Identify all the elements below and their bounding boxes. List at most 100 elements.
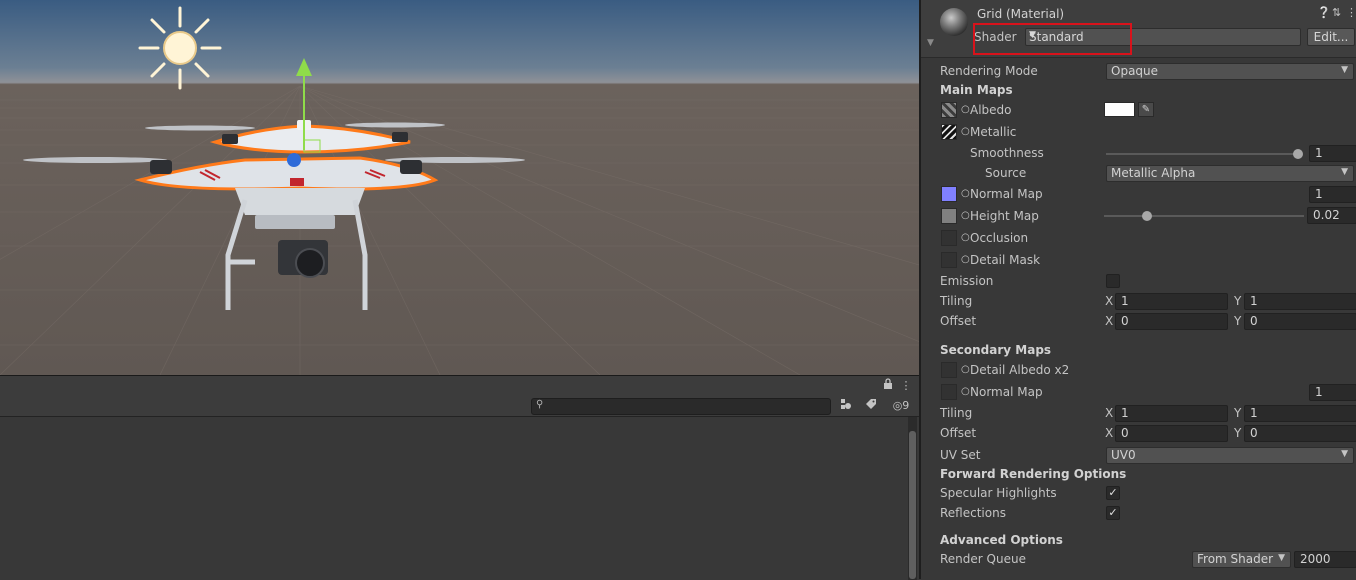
- albedo-color-swatch[interactable]: [1104, 102, 1135, 117]
- y-axis-label: Y: [1234, 314, 1242, 328]
- help-icon[interactable]: ❔: [1317, 6, 1331, 19]
- y-axis-label: Y: [1234, 406, 1242, 420]
- secondary-offset-y-field[interactable]: 0: [1244, 425, 1356, 442]
- secondary-offset-label: Offset: [940, 426, 977, 440]
- detail-albedo-label: Detail Albedo x2: [970, 363, 1070, 377]
- more-menu-icon[interactable]: ⋮: [896, 378, 916, 394]
- inspector-panel: ▼ Grid (Material) ❔ ⇅ ⋮ Shader Standard …: [919, 0, 1356, 579]
- render-queue-field[interactable]: 2000: [1294, 551, 1356, 568]
- secondary-normal-map-scale-field[interactable]: 1: [1309, 384, 1356, 401]
- rendering-mode-dropdown[interactable]: Opaque ▼: [1106, 63, 1354, 80]
- offset-y-field[interactable]: 0: [1244, 313, 1356, 330]
- specular-highlights-checkbox[interactable]: ✓: [1106, 486, 1120, 500]
- render-queue-source-dropdown[interactable]: From Shader ▼: [1192, 551, 1291, 568]
- texture-picker-icon[interactable]: ○: [961, 232, 970, 243]
- checkmark-icon: ✓: [1108, 486, 1118, 499]
- foldout-arrow-icon[interactable]: ▼: [927, 38, 934, 48]
- detail-mask-texture-slot[interactable]: [941, 252, 957, 268]
- preset-settings-icon[interactable]: ⇅: [1332, 6, 1341, 19]
- texture-picker-icon[interactable]: ○: [961, 104, 970, 115]
- height-map-texture-slot[interactable]: [941, 208, 957, 224]
- search-field[interactable]: ⚲: [531, 398, 831, 415]
- normal-map-scale-field[interactable]: 1: [1309, 186, 1356, 203]
- sun-icon: [138, 6, 222, 90]
- tiling-x-value: 1: [1121, 294, 1129, 308]
- occlusion-label: Occlusion: [970, 231, 1029, 245]
- texture-picker-icon[interactable]: ○: [961, 210, 970, 221]
- normal-map-label: Normal Map: [970, 187, 1043, 201]
- x-axis-label: X: [1105, 294, 1114, 308]
- shader-highlight-box: [973, 23, 1132, 55]
- texture-picker-icon[interactable]: ○: [961, 364, 970, 375]
- texture-picker-icon[interactable]: ○: [961, 386, 970, 397]
- detail-albedo-texture-slot[interactable]: [941, 362, 957, 378]
- secondary-offset-y-value: 0: [1250, 426, 1258, 440]
- x-axis-label: X: [1105, 406, 1114, 420]
- y-axis-label: Y: [1234, 294, 1242, 308]
- tiling-x-field[interactable]: 1: [1115, 293, 1228, 310]
- texture-picker-icon[interactable]: ○: [961, 126, 970, 137]
- hidden-count-badge: 9: [902, 399, 910, 412]
- height-map-field[interactable]: 0.02: [1307, 207, 1356, 224]
- search-toolbar: ⚲ ◎9: [0, 396, 919, 417]
- secondary-maps-header: Secondary Maps: [940, 343, 1052, 357]
- reflections-checkbox[interactable]: ✓: [1106, 506, 1120, 520]
- more-menu-icon[interactable]: ⋮: [1346, 6, 1356, 19]
- metallic-texture-slot[interactable]: [941, 124, 957, 140]
- lock-icon[interactable]: [878, 378, 898, 394]
- albedo-texture-slot[interactable]: [941, 102, 957, 118]
- height-map-slider[interactable]: [1104, 215, 1304, 217]
- tiling-y-field[interactable]: 1: [1244, 293, 1356, 310]
- offset-label: Offset: [940, 314, 977, 328]
- height-map-slider-handle[interactable]: [1142, 211, 1152, 221]
- smoothness-field[interactable]: 1: [1309, 145, 1356, 162]
- tag-icon[interactable]: [861, 398, 881, 414]
- offset-y-value: 0: [1250, 314, 1258, 328]
- x-axis-label: X: [1105, 426, 1114, 440]
- secondary-normal-map-label: Normal Map: [970, 385, 1043, 399]
- source-dropdown[interactable]: Metallic Alpha ▼: [1106, 165, 1354, 182]
- project-panel: ⋮ ⚲ ◎9: [0, 375, 919, 580]
- reflections-label: Reflections: [940, 506, 1006, 520]
- chevron-down-icon: ▼: [1341, 449, 1348, 459]
- smoothness-value: 1: [1315, 146, 1323, 160]
- secondary-normal-map-texture-slot[interactable]: [941, 384, 957, 400]
- secondary-tiling-y-field[interactable]: 1: [1244, 405, 1356, 422]
- render-queue-label: Render Queue: [940, 552, 1026, 566]
- scene-view[interactable]: [0, 0, 919, 375]
- smoothness-slider[interactable]: [1106, 153, 1298, 155]
- scrollbar-thumb[interactable]: [909, 431, 916, 579]
- material-header: ▼ Grid (Material) ❔ ⇅ ⋮ Shader Standard …: [921, 0, 1356, 58]
- x-axis-label: X: [1105, 314, 1114, 328]
- offset-x-value: 0: [1121, 314, 1129, 328]
- secondary-normal-map-scale-value: 1: [1315, 385, 1323, 399]
- rendering-mode-label: Rendering Mode: [940, 64, 1038, 78]
- main-maps-header: Main Maps: [940, 83, 1013, 97]
- scene-filter-icon[interactable]: [836, 398, 856, 414]
- texture-picker-icon[interactable]: ○: [961, 188, 970, 199]
- rendering-mode-value: Opaque: [1111, 64, 1159, 78]
- offset-x-field[interactable]: 0: [1115, 313, 1228, 330]
- secondary-tiling-x-value: 1: [1121, 406, 1129, 420]
- tiling-y-value: 1: [1250, 294, 1258, 308]
- secondary-tiling-x-field[interactable]: 1: [1115, 405, 1228, 422]
- secondary-offset-x-field[interactable]: 0: [1115, 425, 1228, 442]
- checkmark-icon: ✓: [1108, 506, 1118, 519]
- search-input[interactable]: [548, 399, 824, 414]
- normal-map-texture-slot[interactable]: [941, 186, 957, 202]
- eyedropper-icon[interactable]: ✎: [1138, 102, 1154, 117]
- emission-checkbox[interactable]: [1106, 274, 1120, 288]
- metallic-label: Metallic: [970, 125, 1017, 139]
- vertical-scrollbar[interactable]: [908, 417, 917, 580]
- hidden-objects-toggle[interactable]: ◎9: [886, 398, 916, 414]
- occlusion-texture-slot[interactable]: [941, 230, 957, 246]
- texture-picker-icon[interactable]: ○: [961, 254, 970, 265]
- secondary-tiling-label: Tiling: [940, 406, 973, 420]
- smoothness-slider-handle[interactable]: [1293, 149, 1303, 159]
- forward-rendering-header: Forward Rendering Options: [940, 467, 1127, 481]
- uv-set-label: UV Set: [940, 448, 981, 462]
- chevron-down-icon: ▼: [1278, 553, 1285, 563]
- uv-set-dropdown[interactable]: UV0 ▼: [1106, 447, 1354, 464]
- chevron-down-icon: ▼: [1341, 167, 1348, 177]
- edit-shader-button[interactable]: Edit...: [1307, 28, 1355, 46]
